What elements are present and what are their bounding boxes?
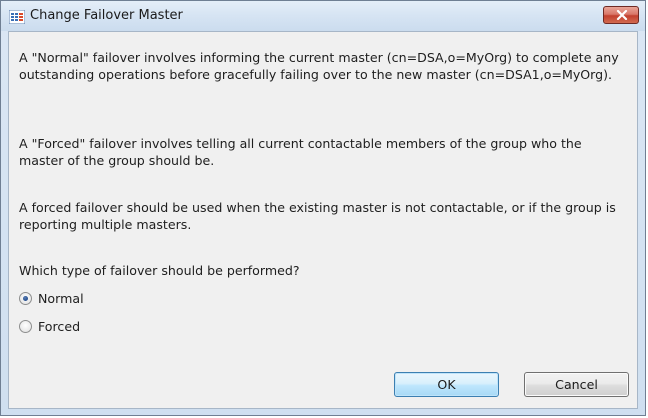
- normal-failover-description: A "Normal" failover involves informing t…: [19, 50, 619, 82]
- radio-forced[interactable]: Forced: [19, 318, 80, 334]
- failover-type-question: Which type of failover should be perform…: [19, 263, 300, 278]
- dialog-content: A "Normal" failover involves informing t…: [8, 31, 638, 409]
- ok-button[interactable]: OK: [394, 372, 499, 397]
- forced-failover-usage-note: A forced failover should be used when th…: [19, 200, 616, 232]
- title-bar[interactable]: Change Failover Master: [1, 1, 645, 31]
- radio-normal-label[interactable]: Normal: [38, 291, 84, 306]
- dialog-window: Change Failover Master A "Normal" failov…: [0, 0, 646, 416]
- close-button[interactable]: [603, 6, 639, 24]
- failover-app-icon: [8, 9, 26, 25]
- radio-selected-dot: [23, 295, 28, 301]
- radio-forced-label[interactable]: Forced: [38, 319, 80, 334]
- close-icon: [616, 10, 628, 20]
- cancel-button[interactable]: Cancel: [524, 372, 629, 397]
- window-title: Change Failover Master: [30, 8, 183, 23]
- radio-normal[interactable]: Normal: [19, 290, 84, 306]
- forced-failover-description: A "Forced" failover involves telling all…: [19, 136, 582, 168]
- radio-normal-button[interactable]: [19, 291, 32, 305]
- radio-forced-button[interactable]: [19, 319, 32, 333]
